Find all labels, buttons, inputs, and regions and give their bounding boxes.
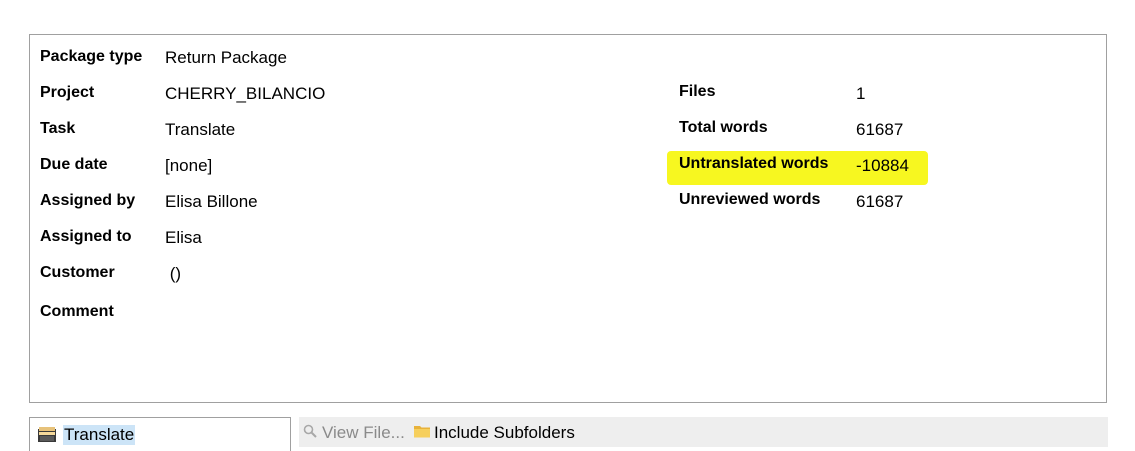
- project-value: CHERRY_BILANCIO: [165, 84, 326, 103]
- task-tab-label: Translate: [63, 425, 136, 445]
- unreviewed-words-label: Unreviewed words: [679, 191, 821, 208]
- unreviewed-words-value: 61687: [856, 192, 904, 211]
- assigned-by-value: Elisa Billone: [165, 192, 258, 211]
- folder-icon: [414, 424, 430, 443]
- comment-label: Comment: [40, 303, 114, 320]
- view-file-button[interactable]: View File...: [322, 423, 405, 443]
- assigned-to-value: Elisa: [165, 228, 202, 247]
- assigned-to-label: Assigned to: [40, 228, 132, 245]
- customer-label: Customer: [40, 264, 115, 281]
- due-date-label: Due date: [40, 156, 108, 173]
- package-icon: [37, 426, 57, 448]
- package-type-value: Return Package: [165, 48, 287, 67]
- magnifier-icon: [303, 424, 317, 443]
- task-tab[interactable]: Translate: [29, 417, 291, 451]
- file-toolbar: View File... Include Subfolders: [299, 417, 1108, 447]
- total-words-value: 61687: [856, 120, 904, 139]
- files-value: 1: [856, 84, 866, 103]
- customer-value: (): [165, 264, 182, 283]
- package-type-label: Package type: [40, 48, 143, 65]
- task-label: Task: [40, 120, 76, 137]
- untranslated-words-value: -10884: [856, 156, 909, 175]
- project-label: Project: [40, 84, 95, 101]
- package-details-panel: Package type Return Package Project CHER…: [29, 34, 1107, 403]
- total-words-label: Total words: [679, 119, 768, 136]
- files-label: Files: [679, 83, 716, 100]
- include-subfolders-toggle[interactable]: Include Subfolders: [434, 423, 575, 443]
- assigned-by-label: Assigned by: [40, 192, 136, 209]
- untranslated-words-label: Untranslated words: [679, 155, 829, 172]
- task-value: Translate: [165, 120, 236, 139]
- due-date-value: [none]: [165, 156, 213, 175]
